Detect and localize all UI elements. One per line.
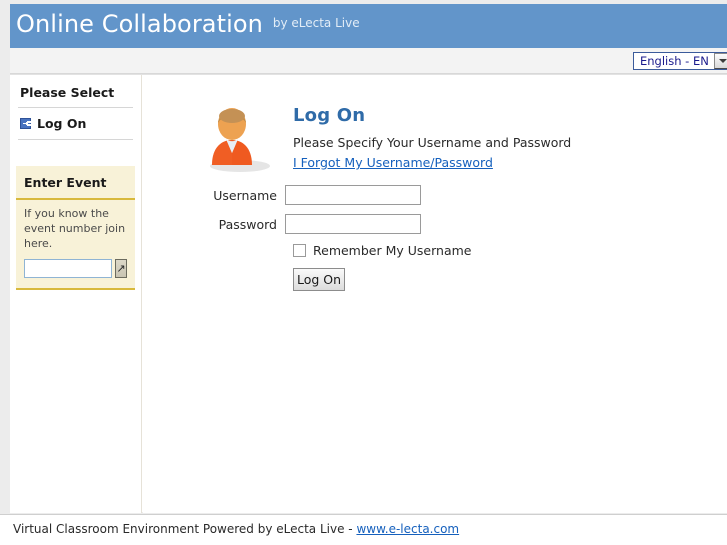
enter-event-form-row: ↗ [24,258,127,278]
page-root: Online Collaboration by eLecta Live Engl… [0,0,727,545]
username-input[interactable] [285,185,421,205]
enter-event-panel: Enter Event If you know the event number… [16,166,135,290]
language-select-value: English - EN [640,54,709,68]
app-title: Online Collaboration [16,10,263,38]
event-go-button[interactable]: ↗ [115,258,127,278]
enter-event-hint: If you know the event number join here. [24,207,126,250]
enter-event-header: Enter Event [16,166,135,200]
enter-event-body: If you know the event number join here. … [16,200,135,288]
main-panel: Log On Please Specify Your Username and … [143,75,727,513]
sidebar-item-log-on[interactable]: Log On [18,108,133,140]
password-row: Password [143,214,703,234]
language-bar: English - EN [10,48,727,74]
remember-username-checkbox[interactable] [293,244,306,257]
app-subtitle: by eLecta Live [272,16,360,30]
chevron-down-icon[interactable] [714,53,727,69]
sidebar-item-label: Log On [37,116,87,131]
password-label: Password [218,216,277,232]
logon-heading-block: Log On Please Specify Your Username and … [293,105,693,170]
content-container: Please Select Log On Enter Event If you … [10,74,727,513]
username-label: Username [213,187,277,203]
password-input[interactable] [285,214,421,234]
footer-text: Virtual Classroom Environment Powered by… [13,522,357,536]
footer: Virtual Classroom Environment Powered by… [0,514,727,545]
arrow-right-box-icon [20,118,31,129]
forgot-credentials-link[interactable]: I Forgot My Username/Password [293,155,493,170]
username-row: Username [143,185,703,205]
logon-subtitle: Please Specify Your Username and Passwor… [293,135,572,150]
event-number-input[interactable] [24,258,112,278]
language-select[interactable]: English - EN [633,52,727,70]
app-banner: Online Collaboration by eLecta Live [10,4,727,48]
sidebar: Please Select Log On Enter Event If you … [10,75,142,513]
logon-form: Username Password Remember My Username L… [143,185,703,291]
user-avatar-icon [210,108,270,172]
footer-text-group: Virtual Classroom Environment Powered by… [13,522,459,536]
sidebar-section-header: Please Select [18,75,133,108]
banner-title-group: Online Collaboration by eLecta Live [16,10,360,38]
page-title: Log On [293,105,366,126]
remember-username-label: Remember My Username [313,243,472,258]
footer-link[interactable]: www.e-lecta.com [356,522,459,536]
log-on-button[interactable]: Log On [293,268,345,291]
remember-username-row[interactable]: Remember My Username [293,243,703,258]
